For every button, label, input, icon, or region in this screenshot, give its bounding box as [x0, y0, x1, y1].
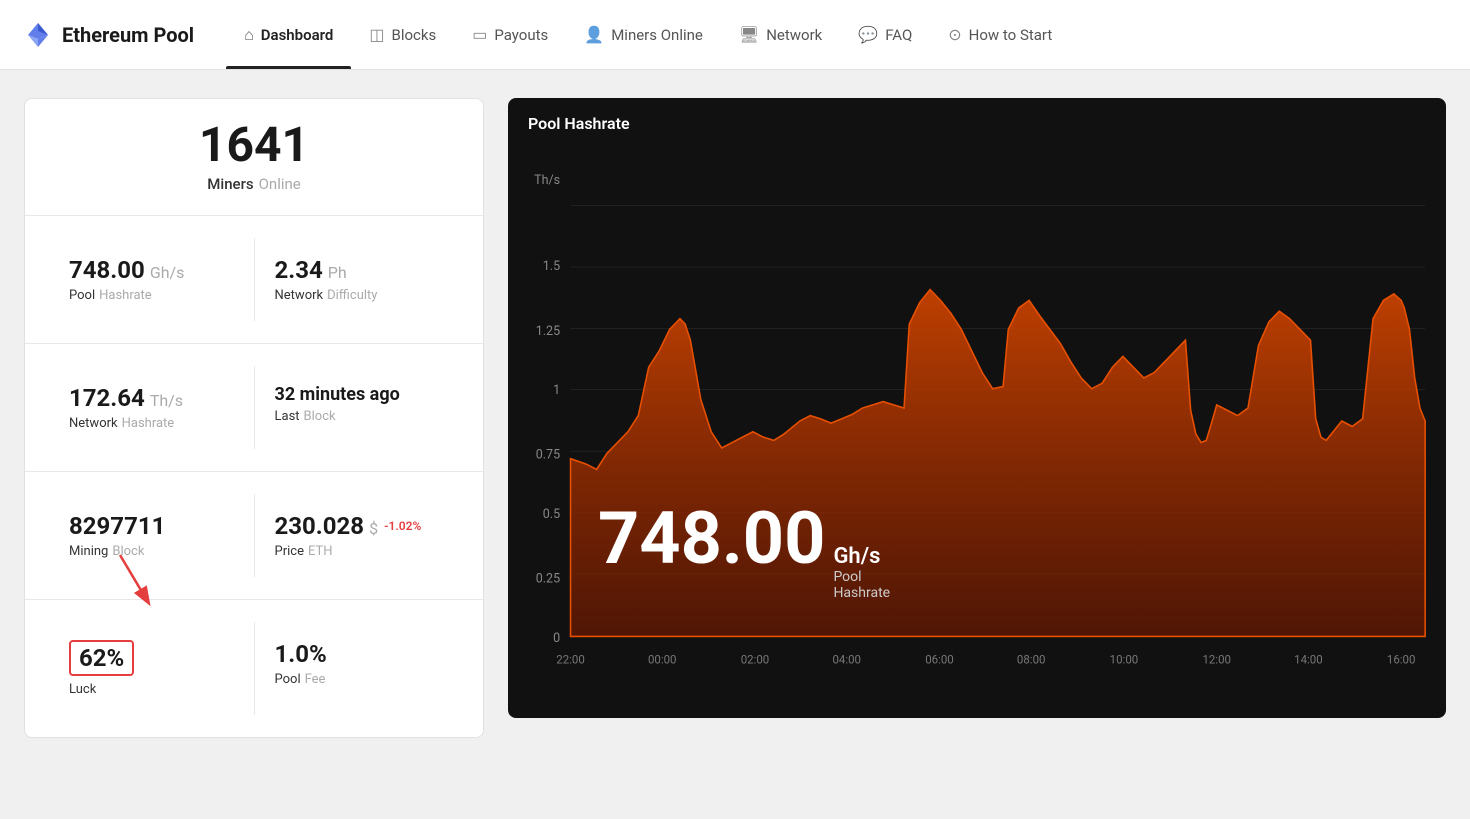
- svg-text:1.5: 1.5: [543, 259, 560, 274]
- svg-text:00:00: 00:00: [648, 652, 677, 666]
- chart-hashrate-unit: Gh/s: [833, 544, 890, 569]
- blocks-icon: ◫: [369, 25, 384, 44]
- network-difficulty-item: 2.34 Ph Network Difficulty: [254, 238, 460, 321]
- header: Ethereum Pool ⌂ Dashboard ◫ Blocks ▭ Pay…: [0, 0, 1470, 70]
- svg-text:14:00: 14:00: [1294, 652, 1323, 666]
- luck-value: 62%: [79, 644, 124, 672]
- miningblock-price-section: 8297711 Mining Block 230.028 $ -1.02% Pr…: [25, 472, 483, 600]
- miners-icon: 👤: [584, 25, 604, 44]
- nav-item-miners-online[interactable]: 👤 Miners Online: [566, 0, 721, 69]
- svg-text:0.75: 0.75: [536, 448, 560, 463]
- miners-online-section: 1641 Miners Online: [25, 99, 483, 216]
- main-nav: ⌂ Dashboard ◫ Blocks ▭ Payouts 👤 Miners …: [226, 0, 1070, 69]
- luck-item: 62% Luck: [49, 622, 254, 715]
- svg-text:06:00: 06:00: [925, 652, 954, 666]
- price-value: 230.028 $: [275, 512, 379, 540]
- logo-title: Ethereum Pool: [62, 23, 194, 47]
- last-block-value: 32 minutes ago: [275, 384, 440, 405]
- network-icon: 🖥: [739, 25, 759, 44]
- nav-item-blocks[interactable]: ◫ Blocks: [351, 0, 454, 69]
- svg-text:1.25: 1.25: [536, 324, 560, 339]
- chart-title: Pool Hashrate: [508, 98, 1446, 141]
- hashrate-difficulty-section: 748.00 Gh/s Pool Hashrate 2.34 Ph Networ…: [25, 216, 483, 344]
- pool-hashrate-label: Pool Hashrate: [69, 288, 234, 303]
- pool-hashrate-value: 748.00 Gh/s: [69, 256, 234, 284]
- miners-online-value: 1641: [49, 121, 459, 169]
- network-hashrate-value: 172.64 Th/s: [69, 384, 234, 412]
- nethash-lastblock-section: 172.64 Th/s Network Hashrate 32 minutes …: [25, 344, 483, 472]
- home-icon: ⌂: [244, 25, 254, 45]
- price-change-badge: -1.02%: [384, 519, 421, 533]
- svg-text:10:00: 10:00: [1110, 652, 1139, 666]
- chart-overlay-label1: Pool: [833, 569, 890, 585]
- stats-card: 1641 Miners Online 748.00 Gh/s Pool Hash…: [24, 98, 484, 738]
- chart-overlay: 748.00 Gh/s Pool Hashrate: [598, 503, 890, 601]
- pool-fee-value: 1.0%: [275, 640, 440, 668]
- chart-hashrate-value: 748.00: [598, 503, 825, 575]
- network-hashrate-item: 172.64 Th/s Network Hashrate: [49, 366, 254, 449]
- nav-item-network[interactable]: 🖥 Network: [721, 0, 840, 69]
- faq-icon: 💬: [858, 25, 878, 44]
- mining-block-item: 8297711 Mining Block: [49, 494, 254, 577]
- last-block-item: 32 minutes ago Last Block: [254, 366, 460, 449]
- payouts-icon: ▭: [472, 25, 487, 44]
- svg-text:08:00: 08:00: [1017, 652, 1046, 666]
- svg-text:02:00: 02:00: [741, 652, 770, 666]
- svg-text:0.25: 0.25: [536, 571, 560, 586]
- chart-card: Pool Hashrate 0 0.25 0.5 0.75 1 1.25 1.5: [508, 98, 1446, 718]
- network-hashrate-label: Network Hashrate: [69, 416, 234, 431]
- miners-online-label: Miners Online: [49, 175, 459, 193]
- svg-text:Th/s: Th/s: [534, 173, 560, 188]
- pool-hashrate-item: 748.00 Gh/s Pool Hashrate: [49, 238, 254, 321]
- nav-item-payouts[interactable]: ▭ Payouts: [454, 0, 566, 69]
- svg-text:0: 0: [553, 631, 560, 646]
- help-icon: ⊙: [948, 25, 961, 44]
- svg-text:22:00: 22:00: [556, 652, 585, 666]
- svg-text:1: 1: [553, 383, 560, 398]
- pool-fee-label: Pool Fee: [275, 672, 440, 687]
- network-difficulty-value: 2.34 Ph: [275, 256, 440, 284]
- svg-text:12:00: 12:00: [1202, 652, 1231, 666]
- luck-label: Luck: [69, 682, 234, 697]
- main-content: 1641 Miners Online 748.00 Gh/s Pool Hash…: [0, 70, 1470, 766]
- price-label: Price ETH: [275, 544, 440, 559]
- nav-item-faq[interactable]: 💬 FAQ: [840, 0, 930, 69]
- luck-fee-section: 62% Luck 1.0% Pool Fee: [25, 600, 483, 737]
- svg-text:04:00: 04:00: [832, 652, 861, 666]
- nav-item-how-to-start[interactable]: ⊙ How to Start: [930, 0, 1070, 69]
- last-block-label: Last Block: [275, 409, 440, 424]
- nav-item-dashboard[interactable]: ⌂ Dashboard: [226, 0, 351, 69]
- network-difficulty-label: Network Difficulty: [275, 288, 440, 303]
- hashrate-chart: 0 0.25 0.5 0.75 1 1.25 1.5 Th/s 22:00 00…: [508, 141, 1446, 701]
- ethereum-logo-icon: [24, 21, 52, 49]
- chart-overlay-label2: Hashrate: [833, 585, 890, 601]
- chart-area: 0 0.25 0.5 0.75 1 1.25 1.5 Th/s 22:00 00…: [508, 141, 1446, 701]
- logo-area: Ethereum Pool: [24, 21, 194, 49]
- luck-box: 62%: [69, 640, 134, 676]
- mining-block-label: Mining Block: [69, 544, 234, 559]
- svg-text:16:00: 16:00: [1387, 652, 1416, 666]
- price-eth-item: 230.028 $ -1.02% Price ETH: [254, 494, 460, 577]
- svg-text:0.5: 0.5: [543, 507, 560, 522]
- mining-block-value: 8297711: [69, 512, 234, 540]
- pool-fee-item: 1.0% Pool Fee: [254, 622, 460, 715]
